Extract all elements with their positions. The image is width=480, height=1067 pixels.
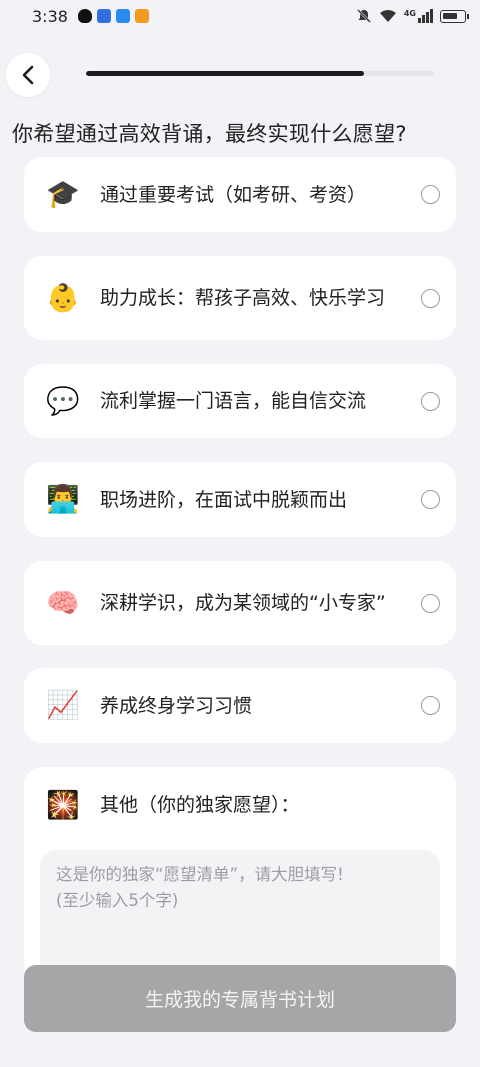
shield-app-icon xyxy=(96,9,111,23)
option-label: 养成终身学习习惯 xyxy=(100,694,253,717)
option-language[interactable]: 💬 流利掌握一门语言，能自信交流 xyxy=(24,364,456,438)
option-radio[interactable] xyxy=(421,185,440,204)
brain-icon: 🧠 xyxy=(46,587,80,619)
cloud-app-icon xyxy=(115,9,130,23)
battery-level xyxy=(443,12,458,19)
status-app-icons xyxy=(77,9,149,23)
video-app-icon xyxy=(134,9,149,23)
generate-plan-button[interactable]: 生成我的专属背书计划 xyxy=(24,965,456,1032)
option-label: 深耕学识，成为某领域的“小专家” xyxy=(100,592,386,614)
status-time: 3:38 xyxy=(32,6,68,26)
option-child-growth[interactable]: 👶 助力成长：帮孩子高效、快乐学习 xyxy=(24,256,456,340)
other-wish-label: 其他（你的独家愿望）： xyxy=(100,794,300,816)
sparkler-icon: 🎇 xyxy=(46,789,80,821)
wifi-icon xyxy=(379,10,396,22)
option-expert[interactable]: 🧠 深耕学识，成为某领域的“小专家” xyxy=(24,561,456,645)
option-label: 职场进阶，在面试中脱颖而出 xyxy=(100,488,348,511)
baby-face-icon: 👶 xyxy=(46,282,80,314)
signal-4g-icon: 4G xyxy=(404,9,433,23)
chart-increasing-icon: 📈 xyxy=(46,690,80,721)
option-radio[interactable] xyxy=(421,696,440,715)
other-wish-header: 🎇 其他（你的独家愿望）： xyxy=(44,785,440,825)
graduation-cap-icon: 🎓 xyxy=(46,179,80,210)
mute-bell-icon xyxy=(356,9,371,23)
option-radio[interactable] xyxy=(421,593,440,613)
option-exam[interactable]: 🎓 通过重要考试（如考研、考资） xyxy=(24,157,456,232)
chevron-left-icon xyxy=(22,65,34,85)
option-radio[interactable] xyxy=(421,391,440,411)
option-lifelong-learning[interactable]: 📈 养成终身学习习惯 xyxy=(24,668,456,743)
speech-bubble-icon: 💬 xyxy=(46,385,80,417)
status-system-icons: 4G xyxy=(356,8,469,24)
network-label: 4G xyxy=(403,9,416,18)
office-worker-icon: 👨‍💻 xyxy=(46,484,80,515)
option-radio[interactable] xyxy=(421,288,440,308)
option-label: 通过重要考试（如考研、考资） xyxy=(100,183,367,206)
option-radio[interactable] xyxy=(421,490,440,509)
progress-fill xyxy=(86,71,365,76)
question-title: 你希望通过高效背诵，最终实现什么愿望? xyxy=(12,122,407,146)
battery-icon xyxy=(440,9,469,23)
option-label: 助力成长：帮孩子高效、快乐学习 xyxy=(100,287,386,309)
status-bar: 3:38 4G xyxy=(0,0,480,32)
option-career[interactable]: 👨‍💻 职场进阶，在面试中脱颖而出 xyxy=(24,462,456,537)
penguin-app-icon xyxy=(77,9,92,23)
option-label: 流利掌握一门语言，能自信交流 xyxy=(100,390,367,412)
progress-bar xyxy=(86,71,434,76)
back-button[interactable] xyxy=(6,53,50,97)
